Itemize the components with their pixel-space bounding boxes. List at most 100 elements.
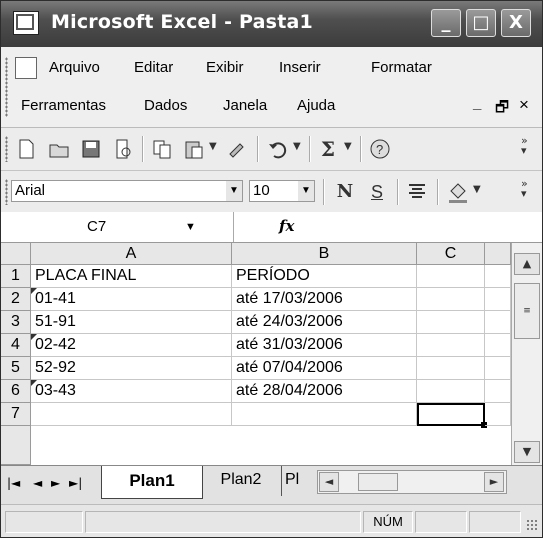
cell-b4[interactable]: até 31/03/2006: [232, 334, 417, 357]
document-icon[interactable]: [15, 57, 37, 79]
scroll-right-button[interactable]: ►: [484, 472, 504, 492]
row-header[interactable]: 7: [1, 403, 31, 426]
bold-button[interactable]: N: [334, 181, 356, 203]
sheet-tab-pl[interactable]: Pl: [285, 466, 315, 496]
print-preview-icon[interactable]: [112, 138, 134, 160]
first-sheet-icon[interactable]: |◄: [7, 476, 20, 490]
cell-b6[interactable]: até 28/04/2006: [232, 380, 417, 403]
scroll-thumb[interactable]: ≡: [514, 283, 540, 339]
resize-grip-icon[interactable]: [526, 519, 538, 531]
scroll-left-button[interactable]: ◄: [319, 472, 339, 492]
row-header[interactable]: 2: [1, 288, 31, 311]
sheet-tab-plan2[interactable]: Plan2: [201, 466, 282, 496]
row-header[interactable]: 4: [1, 334, 31, 357]
cell-a3[interactable]: 51-91: [31, 311, 232, 334]
prev-sheet-icon[interactable]: ◄: [33, 476, 42, 490]
column-header-d[interactable]: [485, 243, 511, 265]
menu-exibir[interactable]: Exibir: [206, 59, 244, 76]
cell-c1[interactable]: [417, 265, 485, 288]
menu-editar[interactable]: Editar: [134, 59, 173, 76]
doc-close-button[interactable]: ×: [519, 95, 529, 115]
cell-d7[interactable]: [485, 403, 511, 426]
title-bar[interactable]: Microsoft Excel - Pasta1 _ □ X: [1, 1, 542, 47]
cell-a2[interactable]: 01-41: [31, 288, 232, 311]
font-name-chevron-down-icon[interactable]: ▼: [226, 181, 242, 201]
menu-inserir[interactable]: Inserir: [279, 59, 321, 76]
minimize-button[interactable]: _: [431, 9, 461, 37]
autosum-chevron-down-icon[interactable]: ▼: [344, 141, 352, 152]
autosum-icon[interactable]: Σ: [317, 138, 339, 160]
fill-color-chevron-down-icon[interactable]: ▼: [473, 184, 481, 195]
cell-b5[interactable]: até 07/04/2006: [232, 357, 417, 380]
menu-formatar[interactable]: Formatar: [371, 59, 432, 76]
doc-restore-button[interactable]: 🗗: [495, 97, 509, 122]
save-icon[interactable]: [80, 138, 102, 160]
cell-d2[interactable]: [485, 288, 511, 311]
cell-b7[interactable]: [232, 403, 417, 426]
toolbar-grip[interactable]: [5, 136, 8, 162]
paste-icon[interactable]: [183, 138, 205, 160]
font-size-chevron-down-icon[interactable]: ▼: [298, 181, 314, 201]
scroll-down-button[interactable]: ▼: [514, 441, 540, 463]
row-header[interactable]: 5: [1, 357, 31, 380]
excel-app-icon[interactable]: [13, 11, 39, 35]
underline-button[interactable]: S: [366, 181, 388, 203]
select-all-corner[interactable]: [1, 243, 31, 265]
row-header[interactable]: [1, 426, 31, 465]
sheet-tab-plan1[interactable]: Plan1: [101, 466, 203, 499]
cell-d4[interactable]: [485, 334, 511, 357]
scroll-up-button[interactable]: ▲: [514, 253, 540, 275]
cell-c6[interactable]: [417, 380, 485, 403]
menu-janela[interactable]: Janela: [223, 97, 267, 114]
close-button[interactable]: X: [501, 9, 531, 37]
cell-a1[interactable]: PLACA FINAL: [31, 265, 232, 288]
column-header-c[interactable]: C: [417, 243, 485, 265]
align-center-icon[interactable]: [406, 181, 428, 203]
menu-ferramentas[interactable]: Ferramentas: [21, 97, 106, 114]
last-sheet-icon[interactable]: ►|: [69, 476, 82, 490]
cell-a7[interactable]: [31, 403, 232, 426]
copy-icon[interactable]: [151, 138, 173, 160]
menu-ajuda[interactable]: Ajuda: [297, 97, 335, 114]
cell-c4[interactable]: [417, 334, 485, 357]
column-header-b[interactable]: B: [232, 243, 417, 265]
insert-function-icon[interactable]: fx: [279, 217, 294, 235]
cell-a4[interactable]: 02-42: [31, 334, 232, 357]
menu-dados[interactable]: Dados: [144, 97, 187, 114]
cell-d1[interactable]: [485, 265, 511, 288]
toolbar-overflow-chevron-icon[interactable]: » ▾: [521, 135, 528, 156]
new-document-icon[interactable]: [15, 138, 37, 160]
cell-b2[interactable]: até 17/03/2006: [232, 288, 417, 311]
help-icon[interactable]: ?: [369, 138, 391, 160]
horizontal-scroll-thumb[interactable]: [358, 473, 398, 491]
undo-chevron-down-icon[interactable]: ▼: [293, 141, 301, 152]
paste-options-chevron-down-icon[interactable]: ▼: [209, 141, 217, 152]
column-header-a[interactable]: A: [31, 243, 232, 265]
doc-minimize-button[interactable]: _: [473, 95, 481, 112]
row-header[interactable]: 3: [1, 311, 31, 334]
restore-button[interactable]: □: [466, 9, 496, 37]
cell-c7-selected[interactable]: [417, 403, 485, 426]
cell-c2[interactable]: [417, 288, 485, 311]
cell-a5[interactable]: 52-92: [31, 357, 232, 380]
cell-d6[interactable]: [485, 380, 511, 403]
cell-c3[interactable]: [417, 311, 485, 334]
name-box[interactable]: C7 ▼: [1, 215, 229, 239]
horizontal-scrollbar[interactable]: ◄ ►: [317, 470, 507, 494]
font-name-combo[interactable]: Arial ▼: [11, 180, 243, 202]
cell-a6[interactable]: 03-43: [31, 380, 232, 403]
format-painter-icon[interactable]: [227, 138, 249, 160]
font-size-combo[interactable]: 10 ▼: [249, 180, 315, 202]
toolbar-grip[interactable]: [5, 179, 8, 205]
row-header[interactable]: 6: [1, 380, 31, 403]
toolbar-overflow-chevron-icon[interactable]: » ▾: [521, 178, 528, 199]
fill-color-icon[interactable]: [447, 181, 469, 203]
cell-d5[interactable]: [485, 357, 511, 380]
menubar-grip[interactable]: [5, 57, 8, 117]
menu-arquivo[interactable]: Arquivo: [49, 59, 100, 76]
cell-c5[interactable]: [417, 357, 485, 380]
undo-icon[interactable]: [266, 138, 288, 160]
name-box-chevron-down-icon[interactable]: ▼: [185, 215, 196, 239]
next-sheet-icon[interactable]: ►: [51, 476, 60, 490]
open-folder-icon[interactable]: [48, 138, 70, 160]
